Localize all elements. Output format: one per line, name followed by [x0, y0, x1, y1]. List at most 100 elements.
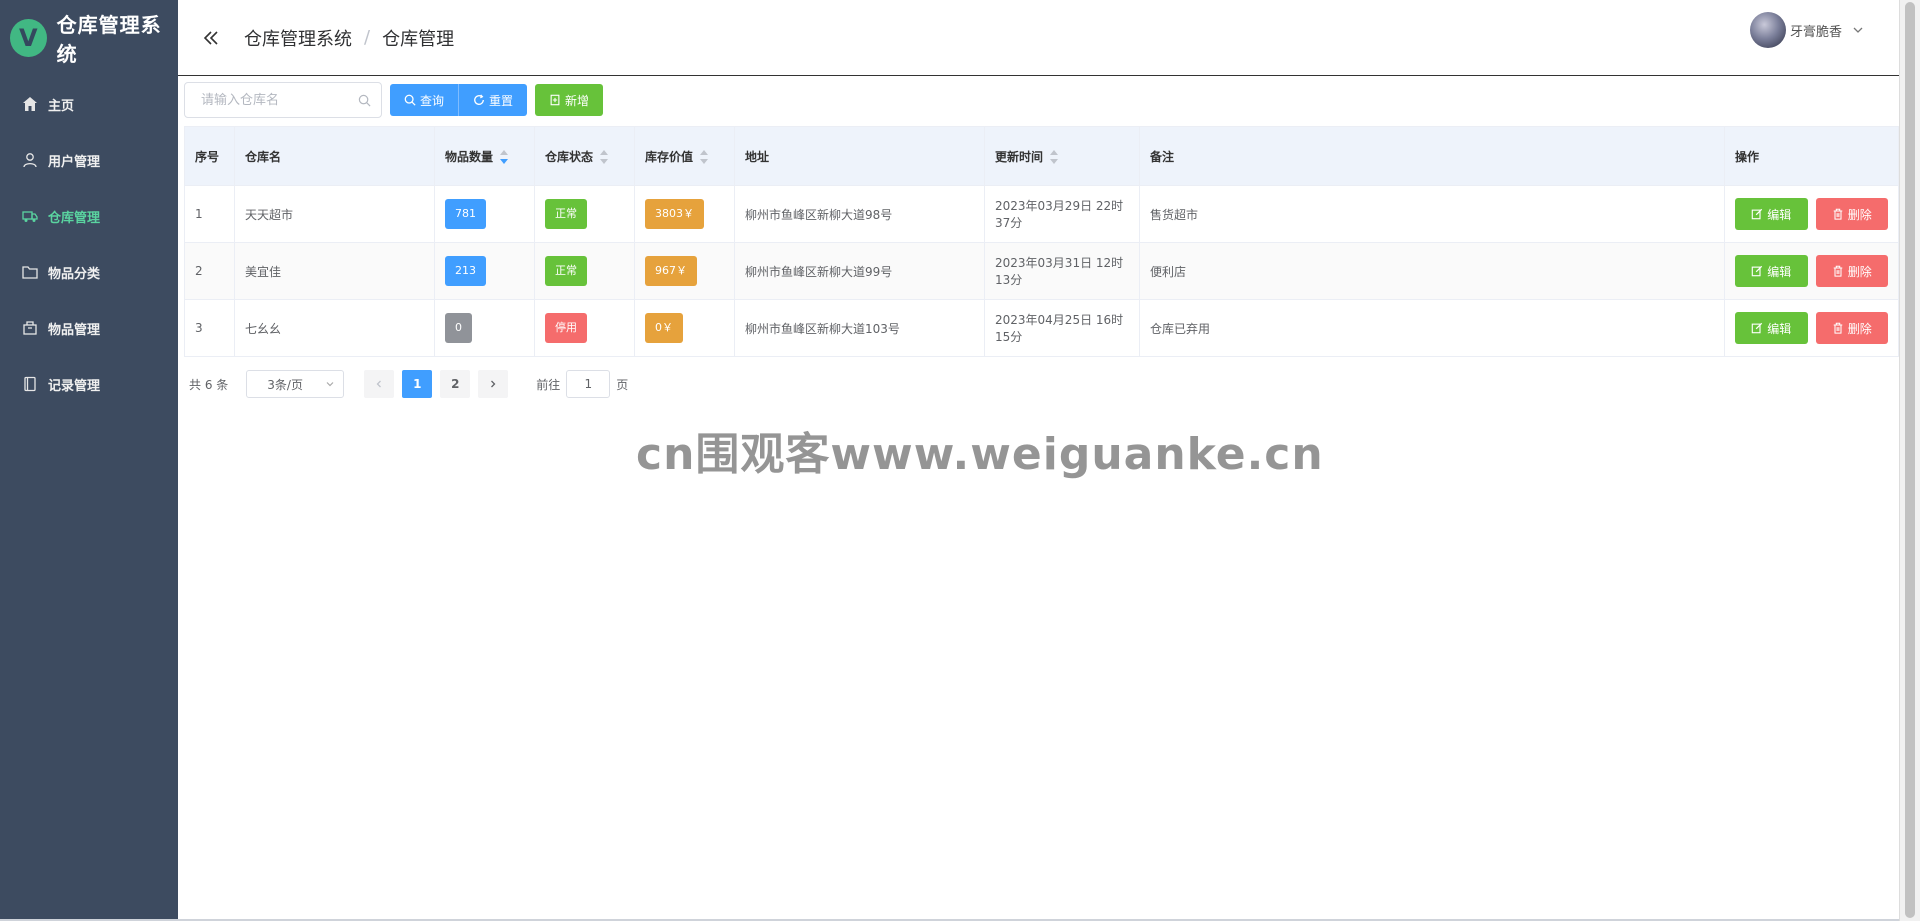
sort-caret-icon[interactable]: [699, 150, 709, 164]
column-header-time[interactable]: 更新时间: [984, 126, 1140, 186]
status-badge: 正常: [545, 199, 587, 229]
page-size-value: 3条/页: [267, 377, 303, 392]
vertical-scrollbar[interactable]: [1899, 0, 1920, 921]
column-header-label: 物品数量: [445, 149, 494, 164]
edit-label: 编辑: [1767, 207, 1792, 222]
collapse-sidebar-icon[interactable]: [200, 27, 222, 49]
cell-index: 1: [184, 185, 235, 243]
sidebar-item-label: 记录管理: [48, 378, 101, 394]
truck-icon: [22, 211, 38, 222]
breadcrumb-root[interactable]: 仓库管理系统: [244, 25, 352, 51]
cell-value: 967￥: [634, 242, 735, 300]
reset-button[interactable]: 重置: [459, 84, 528, 116]
user-menu[interactable]: 牙膏脆香: [1749, 12, 1864, 48]
delete-button[interactable]: 删除: [1815, 255, 1888, 287]
sidebar-item-records[interactable]: 记录管理: [0, 356, 178, 412]
page-number-1[interactable]: 1: [402, 370, 433, 398]
avatar[interactable]: [1749, 12, 1786, 48]
toolbar: 查询 重置 新增: [184, 82, 604, 118]
box-icon: [23, 321, 37, 335]
sort-caret-icon[interactable]: [499, 150, 509, 164]
folder-icon: [22, 266, 38, 279]
edit-button[interactable]: 编辑: [1735, 312, 1808, 344]
sidebar: V 仓库管理系统 主页 用户管理 仓库管理 物品分类 物品管理 记录管理: [0, 0, 178, 921]
refresh-icon: [474, 94, 484, 105]
count-tag: 213: [445, 256, 486, 286]
sort-caret-icon[interactable]: [599, 150, 609, 164]
goto-label: 前往: [536, 377, 561, 392]
sort-caret-icon[interactable]: [1049, 150, 1059, 164]
column-header-note: 备注: [1139, 126, 1725, 186]
column-header-label: 更新时间: [995, 149, 1044, 164]
sidebar-item-home[interactable]: 主页: [0, 76, 178, 132]
table-row: 3 七幺幺 0 停用 0￥ 柳州市鱼峰区新柳大道103号 2023年04月25日…: [184, 299, 1899, 357]
status-badge: 正常: [545, 256, 587, 286]
edit-button[interactable]: 编辑: [1735, 255, 1808, 287]
column-header-value[interactable]: 库存价值: [634, 126, 735, 186]
cell-time: 2023年03月31日 12时13分: [984, 242, 1140, 300]
breadcrumb-separator: /: [364, 27, 371, 48]
user-icon: [23, 153, 37, 168]
sidebar-item-label: 物品分类: [48, 266, 101, 282]
cell-value: 0￥: [634, 299, 735, 357]
search-input[interactable]: [199, 91, 358, 109]
cell-name: 七幺幺: [234, 299, 435, 357]
edit-button[interactable]: 编辑: [1735, 198, 1808, 230]
query-label: 查询: [420, 93, 445, 108]
column-header-status[interactable]: 仓库状态: [534, 126, 635, 186]
chevron-right-icon: [491, 380, 496, 388]
column-header-name: 仓库名: [234, 126, 435, 186]
chevron-left-icon: [376, 380, 382, 388]
watermark: cn围观客www.weiguanke.cn: [636, 429, 1324, 480]
cell-time: 2023年03月29日 22时37分: [984, 185, 1140, 243]
page-suffix: 页: [616, 377, 629, 392]
user-name[interactable]: 牙膏脆香: [1790, 21, 1842, 40]
edit-icon: [1751, 322, 1763, 334]
reset-label: 重置: [489, 93, 514, 108]
cell-index: 2: [184, 242, 235, 300]
cell-value: 3803￥: [634, 185, 735, 243]
prev-page-button[interactable]: [364, 370, 395, 398]
pagination: 共 6 条 3条/页 1 2 前往 页: [189, 370, 628, 398]
page-size-select[interactable]: 3条/页: [246, 370, 345, 398]
edit-label: 编辑: [1767, 321, 1792, 336]
cell-address: 柳州市鱼峰区新柳大道98号: [734, 185, 985, 243]
edit-icon: [1751, 265, 1763, 277]
cell-name: 美宜佳: [234, 242, 435, 300]
cell-note: 便利店: [1139, 242, 1725, 300]
app-title: 仓库管理系统: [56, 13, 162, 66]
vue-logo-icon: V: [10, 19, 47, 57]
next-page-button[interactable]: [478, 370, 509, 398]
goto-page-input[interactable]: [566, 370, 611, 398]
chevron-down-icon: [326, 382, 334, 387]
pager: 1 2: [364, 370, 509, 398]
query-button[interactable]: 查询: [390, 84, 460, 116]
cell-note: 仓库已弃用: [1139, 299, 1725, 357]
status-badge: 停用: [545, 313, 587, 343]
edit-icon: [1751, 208, 1763, 220]
add-button[interactable]: 新增: [535, 84, 604, 116]
scrollbar-thumb[interactable]: [1905, 2, 1915, 918]
page-jumper: 前往 页: [536, 370, 628, 398]
sidebar-item-goods[interactable]: 物品管理: [0, 300, 178, 356]
delete-label: 删除: [1847, 207, 1872, 222]
sidebar-item-category[interactable]: 物品分类: [0, 244, 178, 300]
cell-actions: 编辑 删除: [1724, 185, 1899, 243]
home-icon: [23, 97, 37, 111]
sidebar-item-label: 主页: [48, 98, 75, 114]
cell-actions: 编辑 删除: [1724, 299, 1899, 357]
sidebar-menu: 主页 用户管理 仓库管理 物品分类 物品管理 记录管理: [0, 76, 178, 412]
delete-button[interactable]: 删除: [1815, 312, 1888, 344]
sidebar-item-warehouse[interactable]: 仓库管理: [0, 188, 178, 244]
cell-count: 0: [434, 299, 535, 357]
chevron-down-icon[interactable]: [1852, 24, 1864, 36]
count-tag: 781: [445, 199, 486, 229]
sidebar-item-users[interactable]: 用户管理: [0, 132, 178, 188]
delete-button[interactable]: 删除: [1815, 198, 1888, 230]
column-header-count[interactable]: 物品数量: [434, 126, 535, 186]
table-row: 2 美宜佳 213 正常 967￥ 柳州市鱼峰区新柳大道99号 2023年03月…: [184, 242, 1899, 300]
table-header-row: 序号 仓库名 物品数量 仓库状态 库存价值 地址 更新时间 备注 操作: [184, 126, 1899, 186]
trash-icon: [1833, 208, 1843, 220]
breadcrumb-current: 仓库管理: [382, 28, 455, 50]
page-number-2[interactable]: 2: [440, 370, 471, 398]
